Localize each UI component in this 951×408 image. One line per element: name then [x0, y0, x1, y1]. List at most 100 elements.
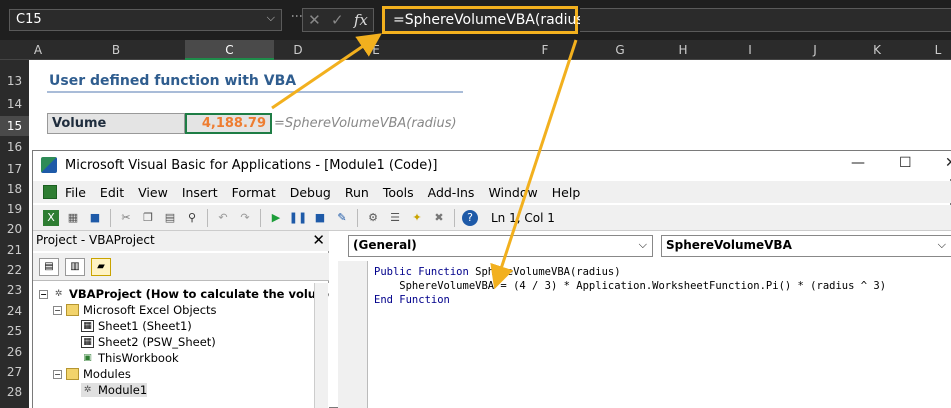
worksheet-icon: ▦ [81, 336, 94, 348]
column-header-h[interactable]: H [668, 43, 698, 57]
menu-help[interactable]: Help [552, 185, 581, 200]
minimize-icon[interactable]: — [851, 155, 865, 171]
toolbar-separator [260, 208, 261, 227]
column-header-i[interactable]: I [735, 43, 765, 57]
view-code-icon[interactable]: ▤ [39, 257, 59, 276]
menu-edit[interactable]: Edit [100, 185, 124, 200]
close-icon[interactable]: ✕ [945, 155, 951, 171]
column-header-a[interactable]: A [29, 43, 47, 57]
undo-icon[interactable]: ↶ [215, 210, 231, 226]
confirm-icon[interactable]: ✓ [331, 11, 344, 29]
row-header[interactable]: 21 [0, 243, 29, 257]
column-header-g[interactable]: G [605, 43, 635, 57]
column-header-d[interactable]: D [274, 43, 322, 57]
column-header-f[interactable]: F [530, 43, 560, 57]
reset-icon[interactable]: ■ [312, 210, 328, 226]
row-header[interactable]: 13 [0, 74, 29, 88]
row-header[interactable]: 23 [0, 283, 29, 297]
tree-node-modules[interactable]: − Modules [53, 367, 131, 381]
toggle-folders-icon[interactable]: ▰ [91, 257, 111, 276]
formula-input[interactable]: =SphereVolumeVBA(radius) [382, 6, 589, 34]
project-explorer-icon[interactable]: ⚙ [365, 210, 381, 226]
tree-node-sheet2[interactable]: ▦ Sheet2 (PSW_Sheet) [81, 335, 216, 349]
row-header[interactable]: 27 [0, 365, 29, 379]
insert-function-icon[interactable]: fx [354, 11, 368, 29]
code-window: (General) ⌵ SphereVolumeVBA ⌵ Public Fun… [338, 231, 951, 408]
row-header[interactable]: 17 [0, 162, 29, 176]
volume-value-cell[interactable]: 4,188.79 [185, 113, 272, 134]
volume-label-cell[interactable]: Volume [47, 113, 185, 134]
menu-debug[interactable]: Debug [290, 185, 331, 200]
chevron-down-icon[interactable]: ⌵ [938, 238, 946, 252]
copy-icon[interactable]: ❐ [140, 210, 156, 226]
menu-run[interactable]: Run [345, 185, 369, 200]
toolbox-icon[interactable]: ✖ [431, 210, 447, 226]
help-icon[interactable]: ? [462, 209, 478, 226]
row-header[interactable]: 24 [0, 304, 29, 318]
row-header[interactable]: 20 [0, 222, 29, 236]
procedure-dropdown[interactable]: SphereVolumeVBA ⌵ [661, 235, 951, 257]
menu-insert[interactable]: Insert [182, 185, 218, 200]
menu-add-ins[interactable]: Add-Ins [428, 185, 475, 200]
tree-node-project[interactable]: − ✲ VBAProject (How to calculate the vol… [39, 287, 329, 301]
cancel-icon[interactable]: ✕ [308, 11, 321, 29]
tree-node-sheet1[interactable]: ▦ Sheet1 (Sheet1) [81, 319, 192, 333]
maximize-icon[interactable]: ☐ [899, 155, 912, 171]
object-dropdown[interactable]: (General) ⌵ [348, 235, 653, 257]
view-object-icon[interactable]: ▥ [65, 257, 85, 276]
vba-project-icon: ✲ [54, 289, 63, 299]
collapse-icon[interactable]: − [53, 369, 62, 379]
row-header[interactable]: 18 [0, 182, 29, 196]
row-header[interactable]: 19 [0, 202, 29, 216]
insert-module-icon[interactable]: ▦ [65, 210, 81, 226]
close-icon[interactable]: ✕ [312, 231, 325, 249]
code-margin[interactable] [338, 261, 368, 408]
redo-icon[interactable]: ↷ [237, 210, 253, 226]
excel-icon[interactable] [43, 185, 57, 199]
row-header[interactable]: 16 [0, 140, 29, 154]
paste-icon[interactable]: ▤ [162, 210, 178, 226]
run-icon[interactable]: ▶ [268, 210, 284, 226]
chevron-down-icon[interactable]: ⌵ [639, 238, 647, 252]
column-header-l[interactable]: L [925, 43, 951, 57]
menu-format[interactable]: Format [232, 185, 276, 200]
properties-icon[interactable]: ☰ [387, 210, 403, 226]
collapse-icon[interactable]: − [39, 289, 48, 299]
design-mode-icon[interactable]: ✎ [334, 210, 350, 226]
object-browser-icon[interactable]: ✦ [409, 210, 425, 226]
row-header[interactable]: 25 [0, 324, 29, 338]
row-header[interactable]: 14 [0, 97, 29, 111]
project-scrollbar[interactable] [314, 283, 328, 408]
row-header[interactable]: 28 [0, 385, 29, 399]
row-headers: 13 14 15 16 17 18 19 20 21 22 23 24 25 2… [0, 60, 29, 408]
chevron-down-icon[interactable]: ⌵ [267, 11, 275, 25]
cut-icon[interactable]: ✂ [118, 210, 134, 226]
menu-tools[interactable]: Tools [383, 185, 414, 200]
tree-node-module1[interactable]: ✲ Module1 [81, 383, 148, 397]
find-icon[interactable]: ⚲ [184, 210, 200, 226]
column-header-j[interactable]: J [800, 43, 830, 57]
break-icon[interactable]: ❚❚ [289, 210, 307, 226]
vba-title-bar[interactable]: Microsoft Visual Basic for Applications … [33, 151, 951, 179]
formula-input-extension[interactable] [580, 8, 951, 32]
tree-node-workbook[interactable]: ▣ ThisWorkbook [81, 351, 178, 365]
menu-window[interactable]: Window [488, 185, 537, 200]
column-header-c[interactable]: C [185, 40, 274, 60]
column-header-k[interactable]: K [862, 43, 892, 57]
tree-node-excel-objects[interactable]: − Microsoft Excel Objects [53, 303, 217, 317]
save-icon[interactable]: ■ [87, 210, 103, 226]
row-header[interactable]: 26 [0, 345, 29, 359]
column-header-e[interactable]: E [322, 43, 430, 57]
menu-file[interactable]: File [65, 185, 86, 200]
column-header-b[interactable]: B [47, 43, 185, 57]
formula-bar: C15 ⌵ ⋮ ✕ ✓ fx =SphereVolumeVBA(radius) [0, 0, 951, 40]
name-box[interactable]: C15 ⌵ [9, 9, 282, 31]
menu-view[interactable]: View [138, 185, 168, 200]
collapse-icon[interactable]: − [53, 305, 62, 315]
code-editor[interactable]: Public Function SphereVolumeVBA(radius) … [374, 265, 886, 307]
code-keyword: End Function [374, 294, 450, 306]
formula-buttons: ✕ ✓ fx [302, 8, 374, 32]
view-excel-icon[interactable]: X [43, 209, 59, 226]
row-header[interactable]: 22 [0, 263, 29, 277]
row-header-selected[interactable]: 15 [0, 116, 29, 136]
